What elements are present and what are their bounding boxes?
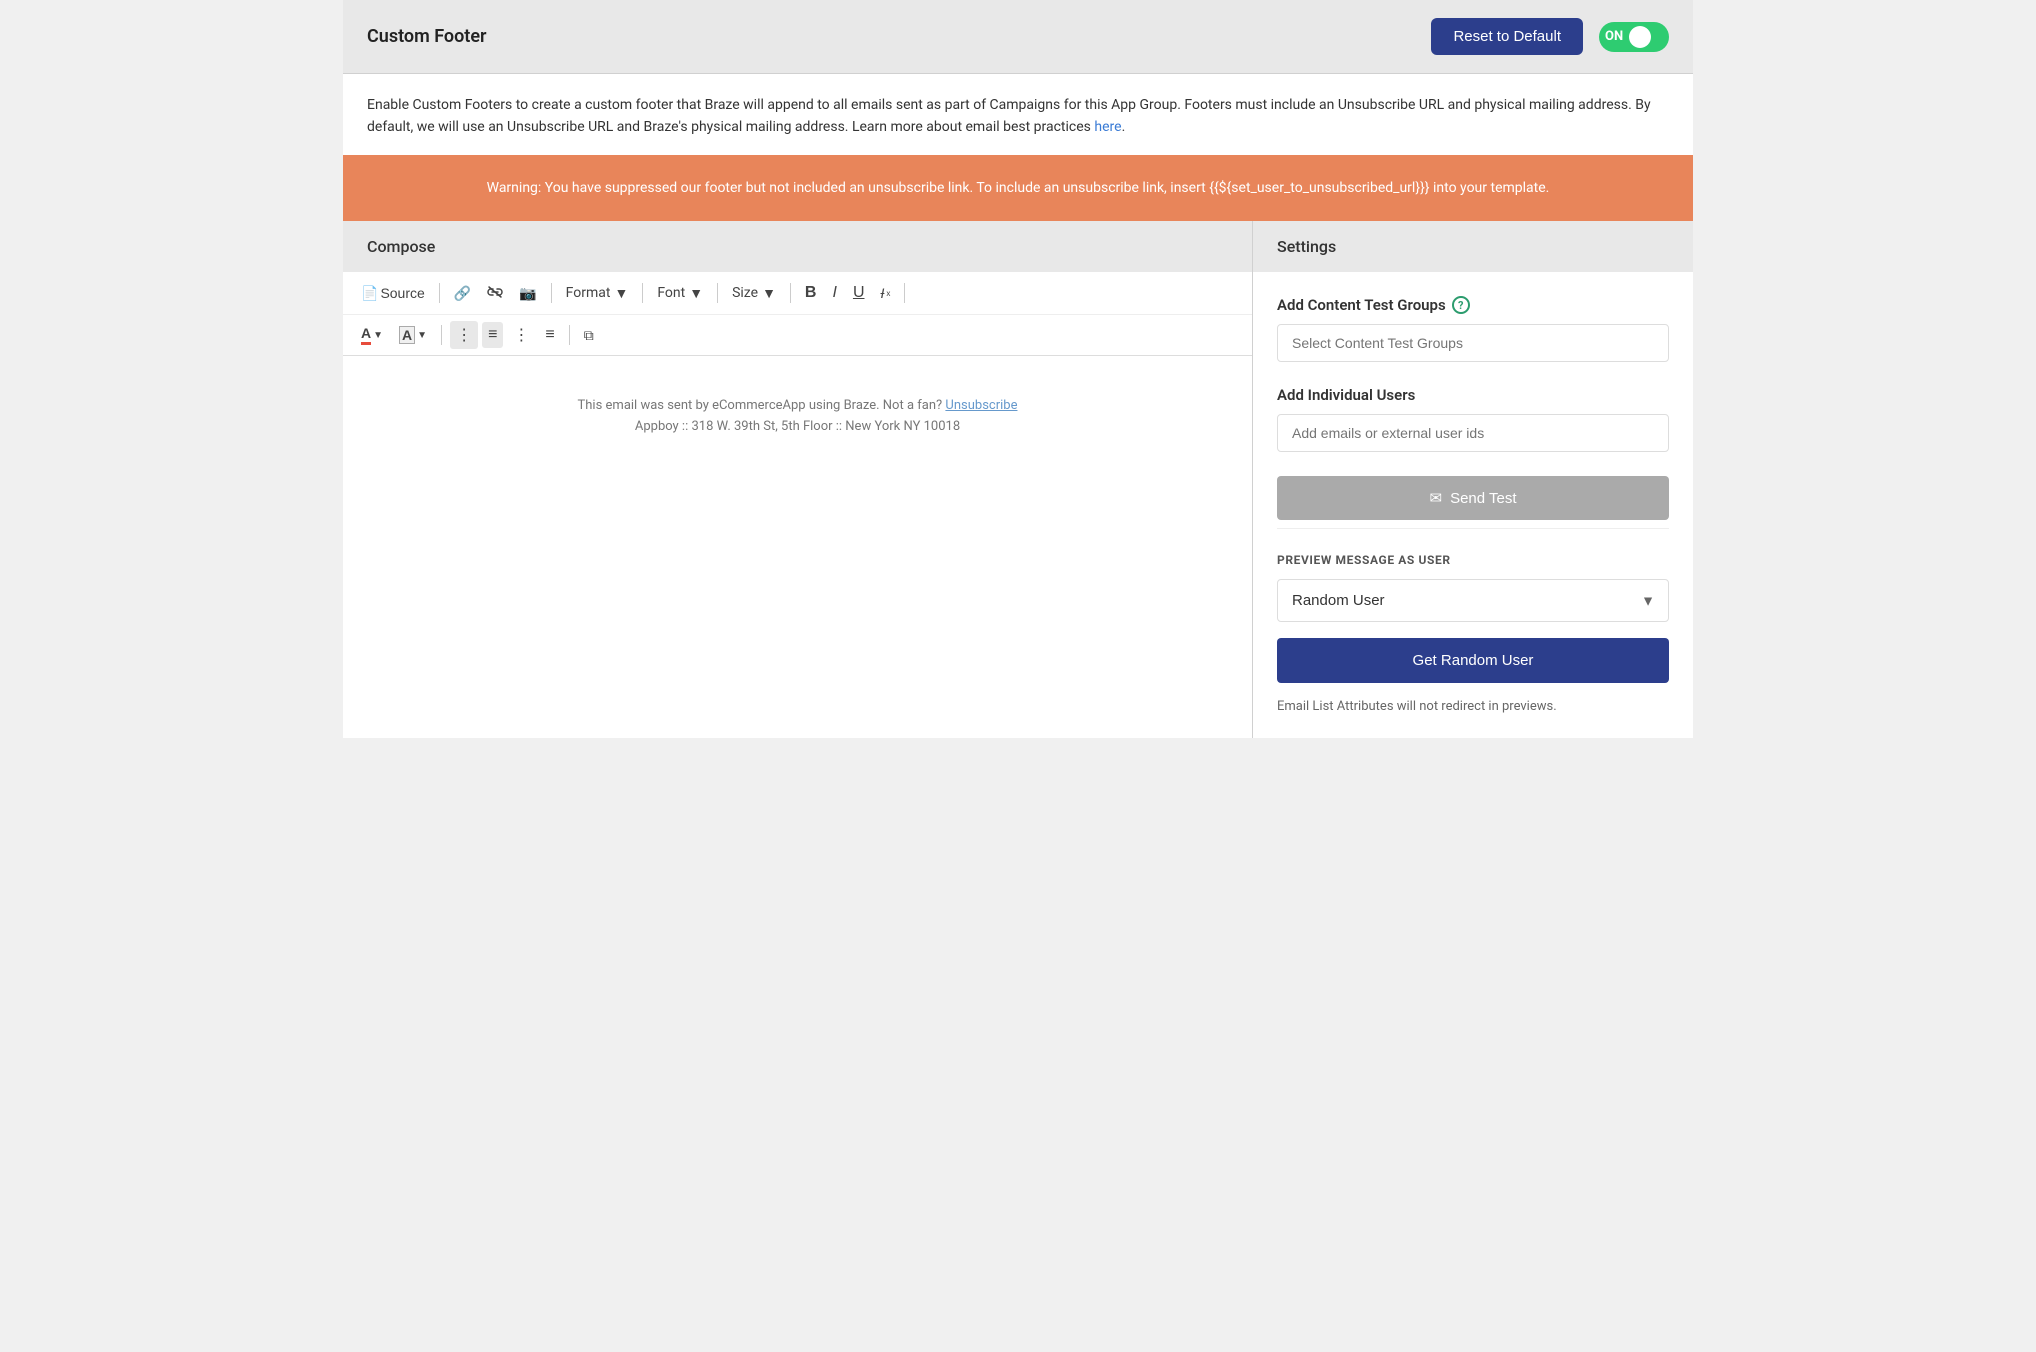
separator-7	[441, 325, 442, 345]
justify-icon: ≡	[545, 326, 554, 344]
warning-banner: Warning: You have suppressed our footer …	[343, 155, 1693, 221]
description-section: Enable Custom Footers to create a custom…	[343, 74, 1693, 155]
size-chevron-icon: ▼	[762, 285, 776, 302]
content-test-groups-section: Add Content Test Groups ?	[1277, 296, 1669, 362]
link-button[interactable]: 🔗	[448, 281, 477, 306]
highlight-icon: A	[399, 326, 415, 344]
highlight-dropdown-icon: ▼	[417, 330, 427, 341]
header-actions: Reset to Default ON	[1431, 18, 1669, 55]
settings-header: Settings	[1253, 221, 1693, 272]
editor-email-line: This email was sent by eCommerceApp usin…	[367, 396, 1228, 417]
link-icon: 🔗	[454, 285, 471, 302]
fullscreen-icon: ⧉	[584, 327, 594, 344]
separator-1	[439, 283, 440, 303]
font-color-button[interactable]: A ▼	[355, 321, 389, 349]
italic-icon: I	[832, 284, 836, 302]
individual-users-input[interactable]	[1277, 414, 1669, 452]
toolbar-row-1: 📄 Source 🔗	[343, 272, 1252, 315]
compose-panel: Compose 📄 Source 🔗	[343, 221, 1253, 738]
italic-button[interactable]: I	[826, 280, 842, 306]
compose-header: Compose	[343, 221, 1252, 272]
send-test-button[interactable]: ✉ Send Test	[1277, 476, 1669, 520]
individual-users-title: Add Individual Users	[1277, 386, 1669, 404]
preview-user-select[interactable]: Random User Specific User	[1277, 579, 1669, 622]
image-button[interactable]: 📷	[513, 281, 542, 306]
align-right-button[interactable]: ⋮	[507, 321, 535, 349]
settings-panel: Settings Add Content Test Groups ? Add I…	[1253, 221, 1693, 738]
content-test-help-icon[interactable]: ?	[1452, 296, 1470, 314]
content-test-groups-title: Add Content Test Groups ?	[1277, 296, 1669, 314]
page-header: Custom Footer Reset to Default ON	[343, 0, 1693, 74]
size-select[interactable]: Size ▼	[726, 281, 782, 306]
source-button[interactable]: 📄 Source	[355, 281, 431, 306]
align-center-button[interactable]: ≡	[482, 322, 503, 348]
separator-8	[569, 325, 570, 345]
fullscreen-button[interactable]: ⧉	[578, 323, 600, 348]
here-link[interactable]: here	[1094, 119, 1121, 135]
align-left-button[interactable]: ⋮	[450, 321, 478, 349]
separator-6	[904, 283, 905, 303]
preview-user-select-wrapper: Random User Specific User ▼	[1277, 579, 1669, 622]
justify-button[interactable]: ≡	[539, 322, 560, 348]
reset-to-default-button[interactable]: Reset to Default	[1431, 18, 1583, 55]
warning-text: Warning: You have suppressed our footer …	[487, 180, 1550, 196]
preview-section: PREVIEW MESSAGE AS USER Random User Spec…	[1277, 528, 1669, 714]
editor-content-area[interactable]: This email was sent by eCommerceApp usin…	[343, 356, 1252, 656]
editor-toolbar: 📄 Source 🔗	[343, 272, 1252, 356]
compose-title: Compose	[367, 237, 435, 256]
toolbar-row-2: A ▼ A ▼ ⋮ ≡ ⋮	[343, 315, 1252, 355]
toggle-knob	[1629, 26, 1651, 48]
strikethrough-button[interactable]: I x	[875, 281, 897, 305]
format-chevron-icon: ▼	[614, 285, 628, 302]
preview-title: PREVIEW MESSAGE AS USER	[1277, 553, 1669, 567]
font-chevron-icon: ▼	[689, 285, 703, 302]
unlink-icon	[487, 285, 503, 302]
image-icon: 📷	[519, 285, 536, 302]
separator-3	[642, 283, 643, 303]
toggle-label: ON	[1605, 29, 1623, 44]
separator-5	[790, 283, 791, 303]
font-color-icon: A	[361, 325, 371, 345]
page-title: Custom Footer	[367, 26, 487, 47]
strikethrough-icon: I	[881, 285, 885, 301]
align-center-icon: ≡	[488, 326, 497, 344]
individual-users-section: Add Individual Users	[1277, 386, 1669, 452]
settings-title: Settings	[1277, 237, 1336, 256]
main-content: Compose 📄 Source 🔗	[343, 221, 1693, 738]
bold-button[interactable]: B	[799, 280, 823, 306]
envelope-icon: ✉	[1429, 489, 1442, 507]
bold-icon: B	[805, 284, 817, 302]
settings-body: Add Content Test Groups ? Add Individual…	[1253, 272, 1693, 738]
unlink-button[interactable]	[481, 281, 509, 306]
unsubscribe-link[interactable]: Unsubscribe	[945, 398, 1017, 413]
align-right-icon: ⋮	[513, 325, 529, 345]
content-test-groups-input[interactable]	[1277, 324, 1669, 362]
email-list-note: Email List Attributes will not redirect …	[1277, 699, 1669, 714]
separator-4	[717, 283, 718, 303]
enable-toggle[interactable]: ON	[1599, 22, 1669, 52]
format-select[interactable]: Format ▼	[560, 281, 635, 306]
highlight-color-button[interactable]: A ▼	[393, 322, 433, 348]
font-select[interactable]: Font ▼	[651, 281, 709, 306]
source-icon: 📄	[361, 285, 378, 302]
get-random-user-button[interactable]: Get Random User	[1277, 638, 1669, 683]
editor-address-line: Appboy :: 318 W. 39th St, 5th Floor :: N…	[367, 417, 1228, 438]
separator-2	[551, 283, 552, 303]
underline-button[interactable]: U	[847, 280, 871, 306]
align-left-icon: ⋮	[456, 325, 472, 345]
description-text: Enable Custom Footers to create a custom…	[367, 97, 1651, 135]
font-color-dropdown-icon: ▼	[373, 330, 383, 341]
underline-icon: U	[853, 284, 865, 302]
